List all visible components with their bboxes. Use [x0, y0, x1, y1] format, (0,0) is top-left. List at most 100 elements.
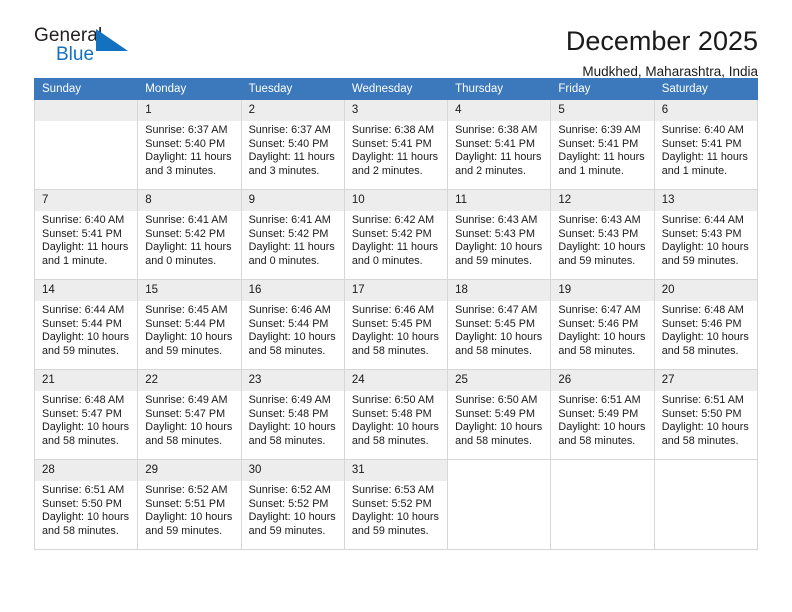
day-details: Sunrise: 6:43 AM Sunset: 5:43 PM Daylight:…	[448, 211, 550, 268]
sunrise-sunset-calendar: Sunday Monday Tuesday Wednesday Thursday Frid…	[33, 78, 759, 550]
daylight-text: Daylight: 10 hours and 58 minutes.	[351, 331, 439, 357]
day-number: 13	[654, 190, 757, 211]
day-number: 26	[551, 370, 654, 391]
sunrise-text: Sunrise: 6:40 AM	[42, 214, 125, 226]
sunset-text: Sunset: 5:41 PM	[42, 227, 122, 240]
day-number: 14	[35, 280, 138, 301]
sunrise-text: Sunrise: 6:52 AM	[248, 484, 331, 496]
calendar-week-row: 14 Sunrise: 6:44 AM Sunset: 5:44 PM Dayligh…	[33, 279, 759, 370]
calendar-day-cell[interactable]: 28 Sunrise: 6:51 AM Sunset: 5:50 PM Dayligh…	[33, 459, 139, 550]
day-number: 21	[35, 370, 138, 391]
sunrise-text: Sunrise: 6:51 AM	[661, 394, 744, 406]
calendar-day-cell[interactable]: 2 Sunrise: 6:37 AM Sunset: 5:40 PM Daylight…	[240, 99, 345, 190]
day-details: Sunrise: 6:46 AM Sunset: 5:44 PM Daylight:…	[242, 301, 344, 358]
calendar-day-cell[interactable]: 29 Sunrise: 6:52 AM Sunset: 5:51 PM Dayligh…	[137, 459, 242, 550]
sunrise-text: Sunrise: 6:44 AM	[42, 304, 125, 316]
daylight-text: Daylight: 10 hours and 59 minutes.	[558, 241, 646, 267]
sunset-text: Sunset: 5:46 PM	[558, 317, 639, 330]
daylight-text: Daylight: 10 hours and 58 minutes.	[455, 421, 543, 447]
day-details: Sunrise: 6:52 AM Sunset: 5:52 PM Daylight:…	[242, 481, 344, 538]
sunset-text: Sunset: 5:50 PM	[42, 497, 122, 510]
calendar-day-cell[interactable]: 23 Sunrise: 6:49 AM Sunset: 5:48 PM Dayligh…	[240, 369, 345, 460]
sunset-text: Sunset: 5:52 PM	[351, 497, 432, 510]
sunset-text: Sunset: 5:41 PM	[558, 137, 639, 150]
day-details: Sunrise: 6:42 AM Sunset: 5:42 PM Daylight:…	[345, 211, 447, 268]
day-details: Sunrise: 6:48 AM Sunset: 5:46 PM Daylight:…	[655, 301, 757, 358]
calendar-day-cell[interactable]: 22 Sunrise: 6:49 AM Sunset: 5:47 PM Dayligh…	[137, 369, 242, 460]
daylight-text: Daylight: 11 hours and 1 minute.	[42, 241, 129, 267]
day-number: 5	[551, 100, 654, 121]
weekday-header-monday: Monday	[137, 78, 242, 100]
daylight-text: Daylight: 10 hours and 59 minutes.	[455, 241, 543, 267]
calendar-day-cell[interactable]: 10 Sunrise: 6:42 AM Sunset: 5:42 PM Dayligh…	[343, 189, 449, 280]
calendar-day-cell[interactable]: 11 Sunrise: 6:43 AM Sunset: 5:43 PM Dayligh…	[447, 189, 552, 280]
day-number: 22	[138, 370, 241, 391]
sunset-text: Sunset: 5:42 PM	[145, 227, 226, 240]
sunset-text: Sunset: 5:43 PM	[455, 227, 535, 240]
sunrise-text: Sunrise: 6:47 AM	[455, 304, 538, 316]
calendar-day-cell[interactable]: 14 Sunrise: 6:44 AM Sunset: 5:44 PM Dayligh…	[33, 279, 139, 370]
sunset-text: Sunset: 5:48 PM	[248, 407, 329, 420]
day-number: 25	[448, 370, 551, 391]
calendar-day-cell[interactable]: 13 Sunrise: 6:44 AM Sunset: 5:43 PM Dayligh…	[653, 189, 759, 280]
daylight-text: Daylight: 10 hours and 59 minutes.	[145, 331, 233, 357]
daylight-text: Daylight: 10 hours and 59 minutes.	[248, 511, 336, 537]
day-number: 29	[138, 460, 241, 481]
calendar-day-cell[interactable]: 17 Sunrise: 6:46 AM Sunset: 5:45 PM Dayligh…	[343, 279, 449, 370]
day-number: 23	[241, 370, 344, 391]
day-number: 16	[241, 280, 344, 301]
daylight-text: Daylight: 10 hours and 58 minutes.	[661, 421, 749, 447]
calendar-day-cell[interactable]: 8 Sunrise: 6:41 AM Sunset: 5:42 PM Daylight…	[137, 189, 242, 280]
day-number: 3	[344, 100, 448, 121]
sunrise-text: Sunrise: 6:53 AM	[351, 484, 435, 496]
calendar-day-cell[interactable]: 15 Sunrise: 6:45 AM Sunset: 5:44 PM Dayligh…	[137, 279, 242, 370]
calendar-day-cell[interactable]: 3 Sunrise: 6:38 AM Sunset: 5:41 PM Daylight…	[343, 99, 449, 190]
sunset-text: Sunset: 5:47 PM	[145, 407, 226, 420]
daylight-text: Daylight: 10 hours and 58 minutes.	[455, 331, 543, 357]
sunrise-text: Sunrise: 6:39 AM	[558, 124, 641, 136]
calendar-day-cell[interactable]: 7 Sunrise: 6:40 AM Sunset: 5:41 PM Daylight…	[33, 189, 139, 280]
daylight-text: Daylight: 11 hours and 3 minutes.	[145, 151, 232, 177]
calendar-day-cell[interactable]: 31 Sunrise: 6:53 AM Sunset: 5:52 PM Dayligh…	[343, 459, 449, 550]
day-details: Sunrise: 6:50 AM Sunset: 5:49 PM Daylight:…	[448, 391, 550, 448]
day-details: Sunrise: 6:39 AM Sunset: 5:41 PM Daylight:…	[551, 121, 653, 178]
calendar-day-cell[interactable]: 5 Sunrise: 6:39 AM Sunset: 5:41 PM Daylight…	[550, 99, 655, 190]
calendar-day-cell[interactable]: 25 Sunrise: 6:50 AM Sunset: 5:49 PM Dayligh…	[447, 369, 552, 460]
day-details: Sunrise: 6:38 AM Sunset: 5:41 PM Daylight:…	[345, 121, 447, 178]
daylight-text: Daylight: 11 hours and 1 minute.	[558, 151, 645, 177]
title-block: December 2025 Mudkhed, Maharashtra, Indi…	[566, 26, 758, 82]
calendar-day-cell[interactable]: 26 Sunrise: 6:51 AM Sunset: 5:49 PM Dayligh…	[550, 369, 655, 460]
calendar-week-row: 7 Sunrise: 6:40 AM Sunset: 5:41 PM Daylight…	[33, 189, 759, 280]
day-details: Sunrise: 6:38 AM Sunset: 5:41 PM Daylight:…	[448, 121, 550, 178]
day-number: 10	[344, 190, 448, 211]
calendar-day-cell[interactable]: 19 Sunrise: 6:47 AM Sunset: 5:46 PM Dayligh…	[550, 279, 655, 370]
calendar-day-cell[interactable]: 16 Sunrise: 6:46 AM Sunset: 5:44 PM Dayligh…	[240, 279, 345, 370]
day-details: Sunrise: 6:52 AM Sunset: 5:51 PM Daylight:…	[138, 481, 240, 538]
calendar-day-cell[interactable]: 21 Sunrise: 6:48 AM Sunset: 5:47 PM Dayligh…	[33, 369, 139, 460]
calendar-day-cell[interactable]: 9 Sunrise: 6:41 AM Sunset: 5:42 PM Daylight…	[240, 189, 345, 280]
calendar-day-cell[interactable]: 24 Sunrise: 6:50 AM Sunset: 5:48 PM Dayligh…	[343, 369, 449, 460]
sunrise-text: Sunrise: 6:52 AM	[145, 484, 228, 496]
sunset-text: Sunset: 5:46 PM	[661, 317, 742, 330]
calendar-day-cell[interactable]: 20 Sunrise: 6:48 AM Sunset: 5:46 PM Dayligh…	[653, 279, 759, 370]
daylight-text: Daylight: 11 hours and 2 minutes.	[455, 151, 542, 177]
day-number: 18	[448, 280, 551, 301]
sunset-text: Sunset: 5:40 PM	[248, 137, 329, 150]
day-details: Sunrise: 6:44 AM Sunset: 5:43 PM Daylight:…	[655, 211, 757, 268]
calendar-day-cell[interactable]: 4 Sunrise: 6:38 AM Sunset: 5:41 PM Daylight…	[447, 99, 552, 190]
sunset-text: Sunset: 5:49 PM	[558, 407, 639, 420]
calendar-day-cell[interactable]: 6 Sunrise: 6:40 AM Sunset: 5:41 PM Daylight…	[653, 99, 759, 190]
calendar-day-cell[interactable]: 27 Sunrise: 6:51 AM Sunset: 5:50 PM Dayligh…	[653, 369, 759, 460]
calendar-day-cell[interactable]: 1 Sunrise: 6:37 AM Sunset: 5:40 PM Daylight…	[137, 99, 242, 190]
calendar-day-cell[interactable]: 18 Sunrise: 6:47 AM Sunset: 5:45 PM Dayligh…	[447, 279, 552, 370]
calendar-day-cell[interactable]: 12 Sunrise: 6:43 AM Sunset: 5:43 PM Dayligh…	[550, 189, 655, 280]
sunrise-text: Sunrise: 6:45 AM	[145, 304, 228, 316]
daylight-text: Daylight: 10 hours and 58 minutes.	[661, 331, 749, 357]
calendar-day-cell[interactable]: 30 Sunrise: 6:52 AM Sunset: 5:52 PM Dayligh…	[240, 459, 345, 550]
daylight-text: Daylight: 11 hours and 0 minutes.	[248, 241, 335, 267]
sunset-text: Sunset: 5:41 PM	[661, 137, 742, 150]
calendar-cell-empty	[33, 99, 139, 190]
day-number: 17	[344, 280, 448, 301]
generalblue-logo[interactable]: General Blue	[34, 26, 144, 72]
day-number	[35, 100, 138, 121]
